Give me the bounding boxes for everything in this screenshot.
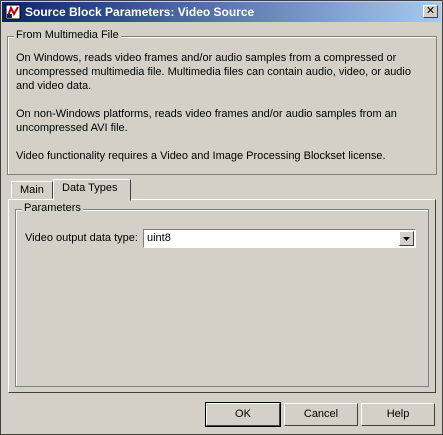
parameters-group-title: Parameters — [22, 202, 83, 214]
help-button[interactable]: Help — [361, 403, 435, 426]
description-text: On Windows, reads video frames and/or au… — [16, 51, 416, 163]
description-line: uncompressed AVI file. — [16, 122, 128, 134]
tab-main-label: Main — [20, 184, 44, 196]
tab-data-types[interactable]: Data Types — [53, 179, 131, 201]
title-bar[interactable]: Source Block Parameters: Video Source ✕ — [2, 2, 441, 22]
chevron-down-icon[interactable] — [399, 231, 414, 246]
dialog-window: Source Block Parameters: Video Source ✕ … — [0, 0, 443, 435]
window-title: Source Block Parameters: Video Source — [25, 5, 255, 19]
description-line: uncompressed multimedia file. Multimedia… — [16, 66, 411, 78]
description-group: From Multimedia File On Windows, reads v… — [7, 29, 437, 175]
video-output-data-type-select[interactable]: uint8 — [143, 229, 416, 248]
tab-data-types-label: Data Types — [62, 182, 118, 194]
close-icon[interactable]: ✕ — [423, 5, 438, 18]
simulink-block-icon — [5, 4, 21, 20]
ok-button[interactable]: OK — [205, 402, 281, 427]
description-group-title: From Multimedia File — [14, 29, 121, 41]
video-output-value: uint8 — [147, 232, 171, 244]
tab-main[interactable]: Main — [11, 181, 53, 199]
cancel-button[interactable]: Cancel — [284, 403, 358, 426]
description-line: and video data. — [16, 80, 92, 92]
description-line: Video functionality requires a Video and… — [16, 150, 386, 162]
video-output-label: Video output data type: — [25, 232, 138, 244]
description-line: On Windows, reads video frames and/or au… — [16, 52, 397, 64]
description-line: On non-Windows platforms, reads video fr… — [16, 108, 397, 120]
